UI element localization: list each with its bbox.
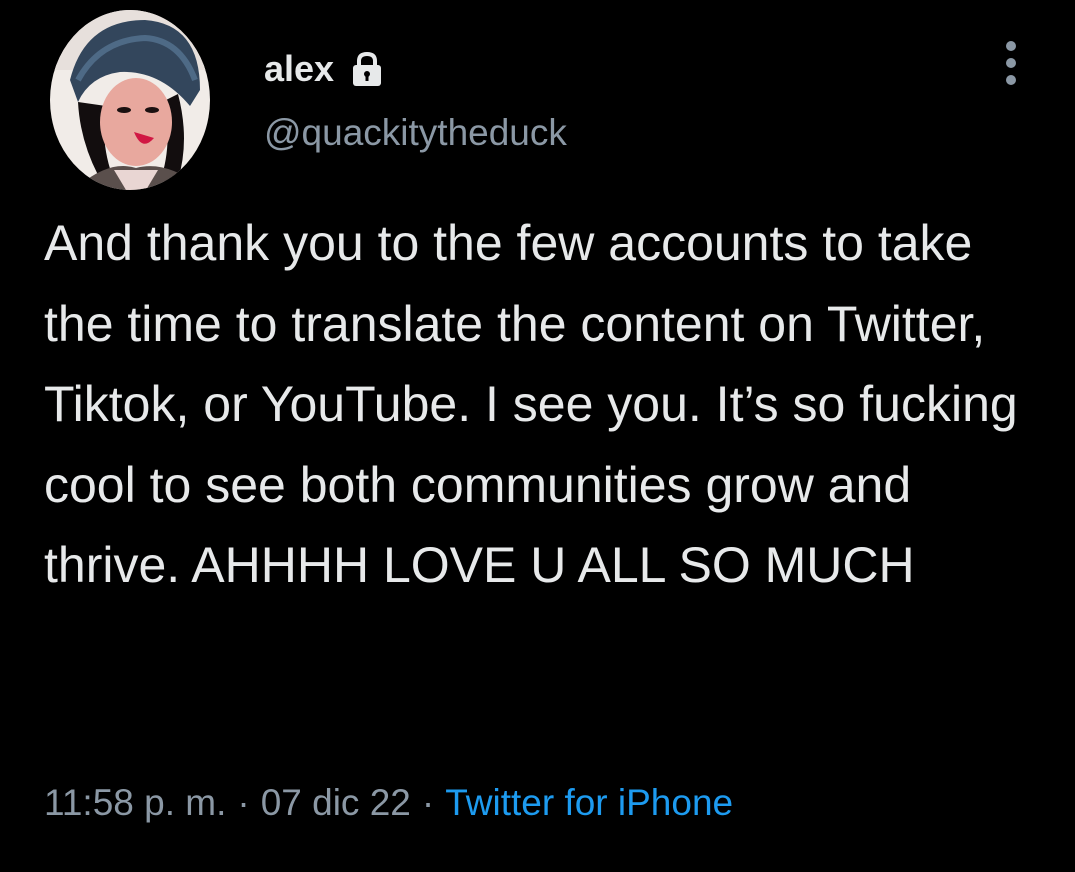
author-display-name[interactable]: alex [264, 48, 334, 90]
tweet-source-link[interactable]: Twitter for iPhone [445, 782, 733, 824]
author-name-row[interactable]: alex [264, 48, 384, 90]
lock-icon [350, 51, 384, 87]
author-handle[interactable]: @quackitytheduck [264, 112, 567, 154]
tweet-meta: 11:58 p. m. · 07 dic 22 · Twitter for iP… [44, 782, 733, 824]
tweet-date[interactable]: 07 dic 22 [261, 782, 411, 824]
avatar[interactable] [50, 10, 210, 190]
meta-separator: · [421, 782, 435, 823]
meta-separator: · [237, 782, 250, 823]
more-vertical-icon[interactable] [996, 38, 1026, 90]
tweet-time[interactable]: 11:58 p. m. [44, 782, 226, 824]
tweet-text: And thank you to the few accounts to tak… [44, 215, 1018, 593]
